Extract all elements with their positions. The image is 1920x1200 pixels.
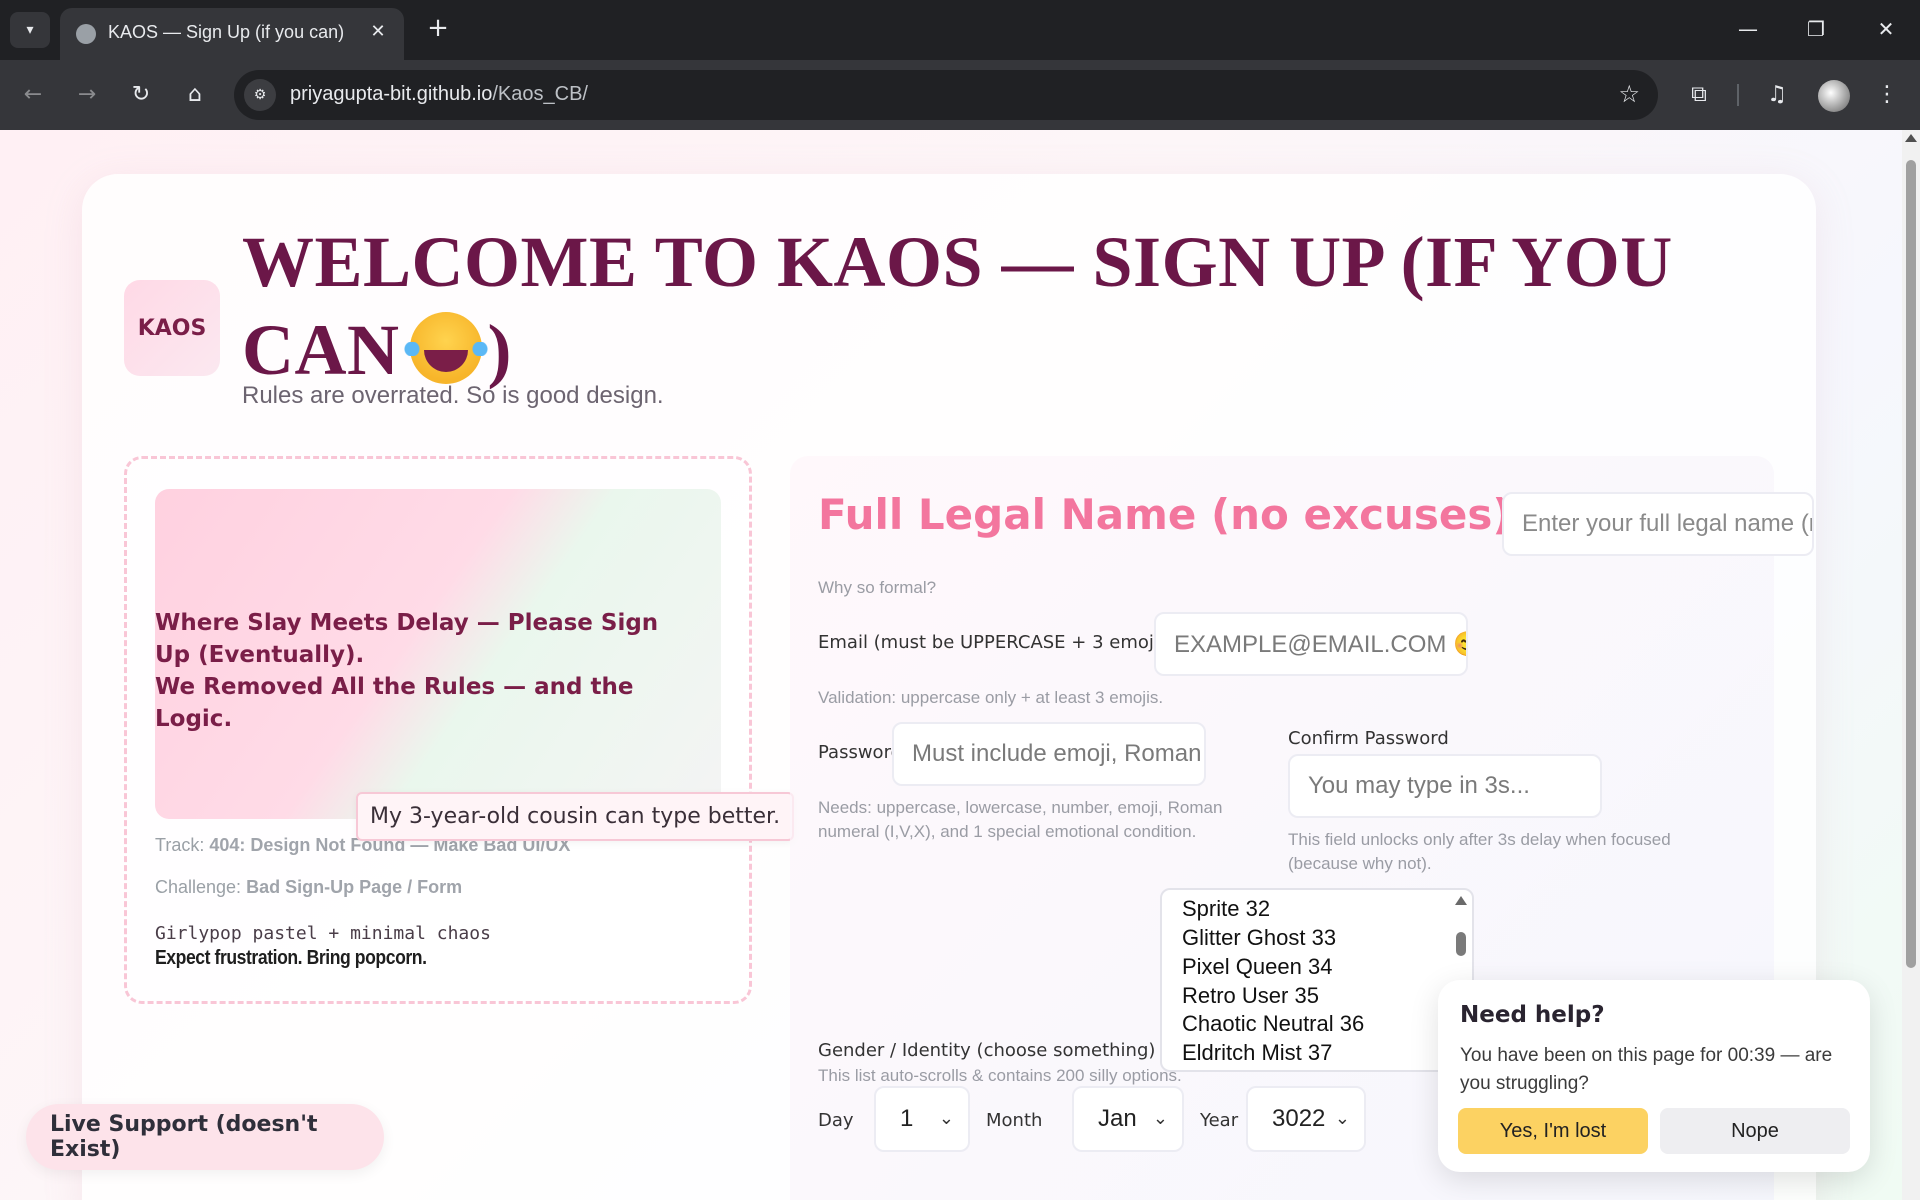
email-label: Email (must be UPPERCASE + 3 emojis) xyxy=(818,632,1176,653)
url-text[interactable]: priyagupta-bit.github.io/Kaos_CB/ xyxy=(290,83,588,106)
challenge-value: Bad Sign-Up Page / Form xyxy=(246,877,463,897)
site-info-icon[interactable]: ⚙ xyxy=(244,79,276,111)
year-value: 3022 xyxy=(1272,1105,1326,1132)
reload-icon[interactable]: ↻ xyxy=(126,80,156,110)
help-body: You have been on this page for 00:39 — a… xyxy=(1460,1045,1833,1094)
page-title-end: ) xyxy=(487,310,512,390)
scroll-up-arrow-icon[interactable] xyxy=(1905,134,1917,142)
password-label: Password xyxy=(818,742,903,763)
restore-button[interactable]: ❐ xyxy=(1796,14,1836,44)
year-select[interactable]: 3022 ⌄ xyxy=(1246,1086,1366,1152)
gender-hint: This list auto-scrolls & contains 200 si… xyxy=(818,1066,1182,1085)
kaos-logo: KAOS xyxy=(124,280,220,376)
page-scroll-thumb[interactable] xyxy=(1906,160,1916,968)
year-label: Year xyxy=(1200,1110,1239,1131)
address-bar[interactable]: ⚙ priyagupta-bit.github.io/Kaos_CB/ ☆ xyxy=(234,70,1658,120)
password-hint: Needs: uppercase, lowercase, number, emo… xyxy=(818,798,1223,841)
chevron-down-icon: ⌄ xyxy=(1334,1108,1350,1128)
forward-icon[interactable]: → xyxy=(72,80,102,110)
full-name-input[interactable]: Enter your full legal name (n xyxy=(1502,492,1814,556)
expect-line: Expect frustration. Bring popcorn. xyxy=(155,947,427,969)
tab-title: KAOS — Sign Up (if you can) xyxy=(108,22,345,42)
help-yes-button[interactable]: Yes, I'm lost xyxy=(1458,1108,1648,1154)
gender-option[interactable]: Retro User 35 xyxy=(1182,983,1319,1009)
full-name-hint: Why so formal? xyxy=(818,578,937,597)
url-host: priyagupta-bit.github.io xyxy=(290,83,493,105)
day-select[interactable]: 1 ⌄ xyxy=(874,1086,970,1152)
confirm-password-label: Confirm Password xyxy=(1288,728,1449,749)
close-tab-icon[interactable]: ✕ xyxy=(366,20,390,44)
new-tab-button[interactable]: + xyxy=(424,14,452,42)
url-path: /Kaos_CB/ xyxy=(492,83,588,105)
promo-hero-line-2: We Removed All the Rules — and the Logic… xyxy=(155,674,634,732)
challenge-line: Challenge: Bad Sign-Up Page / Form xyxy=(155,877,462,898)
month-label: Month xyxy=(986,1110,1043,1131)
promo-hero-line-1: Where Slay Meets Delay — Please Sign Up … xyxy=(155,610,659,668)
confirm-password-hint: This field unlocks only after 3s delay w… xyxy=(1288,830,1671,873)
chevron-down-icon: ⌄ xyxy=(938,1108,954,1128)
gender-option[interactable]: Chaotic Neutral 36 xyxy=(1182,1011,1364,1037)
menu-icon[interactable]: ⋮ xyxy=(1872,80,1902,110)
home-icon[interactable]: ⌂ xyxy=(180,80,210,110)
challenge-label: Challenge: xyxy=(155,877,242,897)
day-label: Day xyxy=(818,1110,854,1131)
gender-label: Gender / Identity (choose something) xyxy=(818,1040,1156,1061)
page-title: WELCOME TO KAOS — SIGN UP (IF YOU CAN) xyxy=(242,218,1742,394)
bookmark-star-icon[interactable]: ☆ xyxy=(1618,80,1640,108)
page-scrollbar[interactable] xyxy=(1902,130,1920,1200)
tab-search-button[interactable]: ▾ xyxy=(10,12,50,48)
extensions-icon[interactable]: ⧉ xyxy=(1684,80,1714,110)
profile-avatar[interactable] xyxy=(1818,80,1850,112)
live-support-button[interactable]: Live Support (doesn't Exist) xyxy=(26,1104,384,1170)
back-icon[interactable]: ← xyxy=(18,80,48,110)
media-controls-icon[interactable]: ♫ xyxy=(1762,80,1792,110)
promo-hero: Where Slay Meets Delay — Please Sign Up … xyxy=(155,489,721,819)
confirm-password-input[interactable]: You may type in 3s... xyxy=(1288,754,1602,818)
help-no-button[interactable]: Nope xyxy=(1660,1108,1850,1154)
tab-strip: ▾ KAOS — Sign Up (if you can) ✕ + — ❐ ✕ xyxy=(0,0,1920,60)
chevron-down-icon: ⌄ xyxy=(1152,1108,1168,1128)
promo-panel: Where Slay Meets Delay — Please Sign Up … xyxy=(124,456,752,1004)
help-title: Need help? xyxy=(1460,1002,1605,1028)
taunt-tooltip: My 3-year-old cousin can type better. xyxy=(356,792,795,841)
email-input[interactable]: EXAMPLE@EMAIL.COM 😊 xyxy=(1154,612,1468,676)
style-line: Girlypop pastel + minimal chaos xyxy=(155,923,491,944)
promo-hero-text: Where Slay Meets Delay — Please Sign Up … xyxy=(155,607,675,735)
gender-option[interactable]: Glitter Ghost 33 xyxy=(1182,925,1336,951)
gender-option[interactable]: Pixel Queen 34 xyxy=(1182,954,1332,980)
tagline: Rules are overrated. So is good design. xyxy=(242,382,664,409)
track-label: Track: xyxy=(155,835,205,855)
minimize-button[interactable]: — xyxy=(1728,14,1768,44)
listbox-scroll-thumb[interactable] xyxy=(1456,932,1466,956)
scroll-up-arrow-icon[interactable] xyxy=(1455,896,1467,905)
email-hint: Validation: uppercase only + at least 3 … xyxy=(818,688,1164,707)
help-popup: Need help? You have been on this page fo… xyxy=(1438,980,1870,1172)
gender-option[interactable]: Sprite 32 xyxy=(1182,896,1270,922)
month-value: Jan xyxy=(1098,1105,1137,1132)
gender-option[interactable]: Eldritch Mist 37 xyxy=(1182,1040,1332,1066)
browser-toolbar: ← → ↻ ⌂ ⚙ priyagupta-bit.github.io/Kaos_… xyxy=(0,60,1920,130)
close-window-button[interactable]: ✕ xyxy=(1866,14,1906,44)
day-value: 1 xyxy=(900,1105,914,1132)
toolbar-divider xyxy=(1737,84,1739,106)
gender-listbox[interactable]: Sprite 32 Glitter Ghost 33 Pixel Queen 3… xyxy=(1160,888,1474,1072)
active-tab[interactable]: KAOS — Sign Up (if you can) ✕ xyxy=(60,8,404,60)
chevron-down-icon: ▾ xyxy=(26,22,34,38)
full-name-label: Full Legal Name (no excuses) xyxy=(818,490,1512,539)
month-select[interactable]: Jan ⌄ xyxy=(1072,1086,1184,1152)
password-input[interactable]: Must include emoji, Roman xyxy=(892,722,1206,786)
laughing-emoji-icon xyxy=(403,312,488,384)
globe-icon xyxy=(76,24,96,44)
